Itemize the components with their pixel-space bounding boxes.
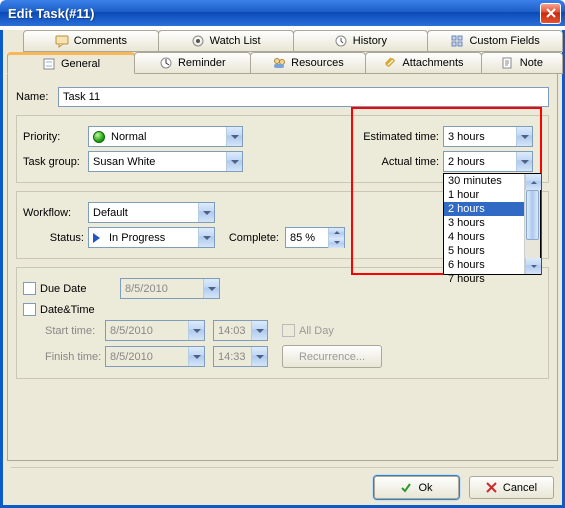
- priority-normal-icon: [93, 131, 105, 143]
- close-button[interactable]: [540, 3, 561, 24]
- estimated-label: Estimated time:: [347, 131, 443, 143]
- tab-customfields[interactable]: Custom Fields: [427, 30, 563, 52]
- dropdown-button[interactable]: [198, 203, 214, 222]
- duedate-checkbox[interactable]: [23, 282, 36, 295]
- watchlist-icon: [191, 34, 205, 48]
- tab-row-secondary: Comments Watch List History Custom Field…: [3, 30, 562, 52]
- comments-icon: [55, 34, 69, 48]
- tab-attachments[interactable]: Attachments: [365, 52, 482, 74]
- complete-value: 85 %: [290, 232, 328, 244]
- dropdown-button[interactable]: [226, 127, 242, 146]
- actual-value: 2 hours: [448, 156, 516, 168]
- scroll-up[interactable]: [525, 174, 541, 190]
- priority-value: Normal: [111, 131, 226, 143]
- name-row: Name:: [16, 87, 549, 107]
- title-bar: Edit Task(#11): [0, 0, 565, 26]
- customfields-icon: [450, 34, 464, 48]
- dropdown-button[interactable]: [516, 127, 532, 146]
- scroll-down[interactable]: [525, 258, 541, 274]
- complete-label: Complete:: [215, 232, 285, 244]
- datetime-checkbox[interactable]: [23, 303, 36, 316]
- taskgroup-label: Task group:: [23, 156, 88, 168]
- taskgroup-value: Susan White: [93, 156, 226, 168]
- workflow-value: Default: [93, 207, 198, 219]
- dropdown-button[interactable]: [226, 152, 242, 171]
- tab-label: Reminder: [178, 57, 226, 69]
- starttime-time: 14:03: [213, 320, 268, 341]
- status-inprogress-icon: [93, 233, 105, 243]
- finishtime-date: 8/5/2010: [105, 346, 205, 367]
- scroll-track[interactable]: [525, 190, 540, 258]
- tab-label: Comments: [74, 35, 127, 47]
- tab-resources[interactable]: Resources: [250, 52, 367, 74]
- tab-row-primary: General Reminder Resources Attachments N…: [3, 52, 562, 74]
- note-icon: [501, 56, 515, 70]
- spin-up[interactable]: [328, 228, 344, 238]
- tab-general[interactable]: General: [7, 52, 135, 74]
- duedate-field: 8/5/2010: [120, 278, 220, 299]
- reminder-icon: [159, 56, 173, 70]
- status-value: In Progress: [109, 232, 198, 244]
- tab-note[interactable]: Note: [481, 52, 563, 74]
- cross-icon: [486, 482, 497, 493]
- dropdown-option[interactable]: 7 hours: [444, 272, 540, 286]
- allday-checkbox: [282, 324, 295, 337]
- window-title: Edit Task(#11): [8, 6, 540, 21]
- taskgroup-combo[interactable]: Susan White: [88, 151, 243, 172]
- starttime-date: 8/5/2010: [105, 320, 205, 341]
- duedate-label: Due Date: [40, 283, 120, 295]
- cancel-button[interactable]: Cancel: [469, 476, 554, 499]
- actual-time-dropdown[interactable]: 30 minutes1 hour2 hours3 hours4 hours5 h…: [443, 173, 541, 275]
- workflow-combo[interactable]: Default: [88, 202, 215, 223]
- ok-button[interactable]: Ok: [374, 476, 459, 499]
- tab-label: Note: [520, 57, 543, 69]
- complete-spinner[interactable]: 85 %: [285, 227, 345, 248]
- actual-label: Actual time:: [347, 156, 443, 168]
- scrollbar[interactable]: [524, 174, 540, 274]
- button-bar: Ok Cancel: [11, 467, 554, 499]
- tab-label: Attachments: [402, 57, 463, 69]
- duedate-value: 8/5/2010: [125, 283, 203, 295]
- finishtime-label: Finish time:: [45, 351, 105, 363]
- priority-label: Priority:: [23, 131, 88, 143]
- spin-down[interactable]: [328, 238, 344, 248]
- tab-history[interactable]: History: [293, 30, 429, 52]
- tab-label: Resources: [291, 57, 344, 69]
- recurrence-button: Recurrence...: [282, 345, 382, 368]
- priority-combo[interactable]: Normal: [88, 126, 243, 147]
- tab-watchlist[interactable]: Watch List: [158, 30, 294, 52]
- tab-label: General: [61, 58, 100, 70]
- estimated-combo[interactable]: 3 hours: [443, 126, 533, 147]
- resources-icon: [272, 56, 286, 70]
- finishtime-time: 14:33: [213, 346, 268, 367]
- dropdown-button: [203, 279, 219, 298]
- tab-label: History: [353, 35, 387, 47]
- estimated-value: 3 hours: [448, 131, 516, 143]
- actual-combo[interactable]: 2 hours: [443, 151, 533, 172]
- workflow-label: Workflow:: [23, 207, 88, 219]
- general-panel: Name: Priority: Normal Task group: Susan: [7, 73, 558, 461]
- dropdown-button[interactable]: [516, 152, 532, 171]
- status-combo[interactable]: In Progress: [88, 227, 215, 248]
- tab-reminder[interactable]: Reminder: [134, 52, 251, 74]
- tab-label: Watch List: [210, 35, 261, 47]
- check-icon: [400, 482, 412, 494]
- window-body: Comments Watch List History Custom Field…: [0, 30, 565, 508]
- allday-label: All Day: [299, 325, 334, 337]
- scroll-thumb[interactable]: [526, 190, 539, 240]
- dropdown-button[interactable]: [198, 228, 214, 247]
- status-label: Status:: [23, 232, 88, 244]
- attachments-icon: [383, 56, 397, 70]
- tab-comments[interactable]: Comments: [23, 30, 159, 52]
- name-label: Name:: [16, 91, 58, 103]
- tab-label: Custom Fields: [469, 35, 539, 47]
- name-input[interactable]: [58, 87, 549, 107]
- starttime-label: Start time:: [45, 325, 105, 337]
- datetime-label: Date&Time: [40, 304, 95, 316]
- general-icon: [42, 57, 56, 71]
- history-icon: [334, 34, 348, 48]
